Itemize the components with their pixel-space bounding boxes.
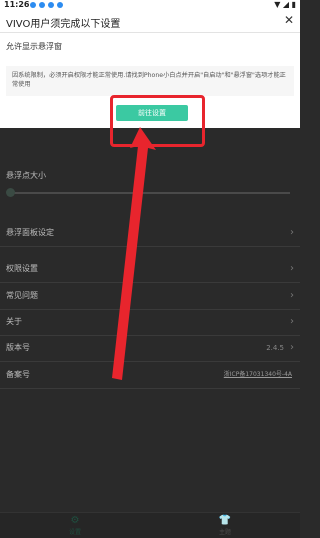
- arrow-shape: [112, 127, 156, 380]
- annotation-arrow: [112, 127, 156, 380]
